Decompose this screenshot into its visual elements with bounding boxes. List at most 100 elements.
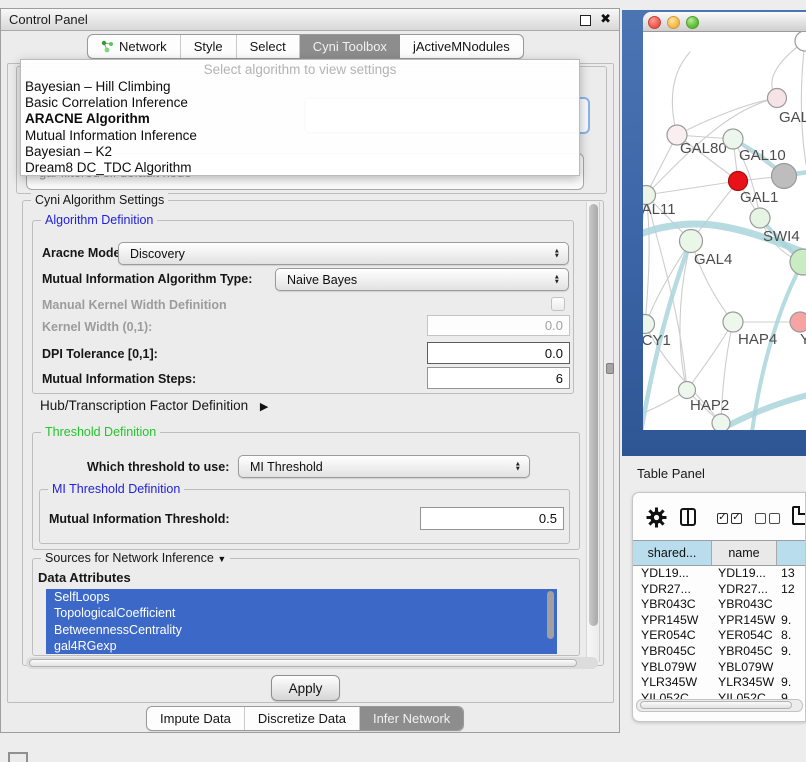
table-horizontal-scrollbar-thumb[interactable] bbox=[640, 701, 792, 709]
close-icon[interactable]: ✖ bbox=[600, 11, 611, 27]
network-node-label: HAP4 bbox=[738, 331, 777, 348]
table-cell: YDR27... bbox=[712, 582, 777, 598]
dpi-tolerance-field[interactable]: 0.0 bbox=[427, 342, 570, 364]
network-graph[interactable]: GALGAL80GAL10GAL1GAL11SWI4GAL4GCY1HAP4YH… bbox=[643, 32, 806, 430]
cyni-bottom-tabbar: Impute DataDiscretize Data Infer Network bbox=[146, 706, 464, 731]
column-header[interactable]: shared... bbox=[633, 541, 712, 565]
network-edge[interactable] bbox=[677, 98, 777, 135]
network-node-gal1[interactable] bbox=[729, 172, 748, 191]
table-row[interactable]: YER054CYER054C8. bbox=[633, 628, 806, 644]
network-node[interactable] bbox=[712, 414, 730, 430]
settings-horizontal-scrollbar-thumb[interactable] bbox=[29, 659, 577, 667]
table-header-row[interactable]: shared...name bbox=[633, 540, 806, 566]
network-node-label: SWI4 bbox=[763, 228, 800, 245]
algorithm-option[interactable]: Bayesian – K2 bbox=[21, 144, 579, 160]
network-edge[interactable] bbox=[801, 41, 806, 164]
bottom-left-mini-button[interactable] bbox=[8, 752, 28, 762]
attributes-list-scrollbar[interactable] bbox=[547, 591, 554, 639]
table-row[interactable]: YBL079WYBL079W bbox=[633, 660, 806, 676]
table-horizontal-scrollbar[interactable] bbox=[636, 699, 803, 712]
checked-checkbox-icon[interactable]: ✓ bbox=[731, 513, 742, 524]
network-node-swi4[interactable] bbox=[750, 208, 770, 228]
column-header[interactable] bbox=[777, 541, 806, 565]
table-cell: YBR045C bbox=[633, 644, 712, 660]
network-edge[interactable] bbox=[672, 52, 690, 135]
kernel-width-field: 0.0 bbox=[427, 315, 570, 336]
network-window[interactable]: GALGAL80GAL10GAL1GAL11SWI4GAL4GCY1HAP4YH… bbox=[643, 12, 806, 430]
settings-vertical-scrollbar-thumb[interactable] bbox=[589, 204, 598, 626]
network-node-y[interactable] bbox=[790, 312, 806, 332]
network-edge[interactable] bbox=[646, 181, 738, 195]
which-threshold-combo[interactable]: MI Threshold ▲▼ bbox=[238, 455, 530, 478]
mi-steps-value: 6 bbox=[556, 371, 563, 386]
mi-steps-field[interactable]: 6 bbox=[427, 367, 570, 389]
aracne-mode-combo[interactable]: Discovery ▲▼ bbox=[118, 242, 569, 265]
network-node[interactable] bbox=[795, 32, 806, 51]
table-row[interactable]: YBR045CYBR045C9. bbox=[633, 644, 806, 660]
table-row[interactable]: YDR27...YDR27...12 bbox=[633, 582, 806, 598]
attribute-item[interactable]: gal4RGexp bbox=[46, 638, 557, 654]
tab-discretize-data[interactable]: Discretize Data bbox=[245, 707, 360, 730]
network-node-gal[interactable] bbox=[768, 89, 787, 108]
mi-threshold-field[interactable]: 0.5 bbox=[420, 507, 564, 530]
algorithm-option[interactable]: Dream8 DC_TDC Algorithm bbox=[21, 160, 579, 176]
network-node-hap4[interactable] bbox=[723, 312, 743, 332]
close-traffic-light[interactable] bbox=[648, 16, 661, 29]
algorithm-dropdown-popup: Select algorithm to view settings Bayesi… bbox=[20, 59, 580, 176]
tab-network[interactable]: Network bbox=[88, 35, 181, 58]
settings-horizontal-scrollbar[interactable] bbox=[26, 657, 598, 669]
panel-divider-handle[interactable] bbox=[606, 363, 614, 374]
apply-button[interactable]: Apply bbox=[271, 675, 340, 701]
attribute-item[interactable]: SelfLoops bbox=[46, 589, 557, 605]
checked-checkbox-icon[interactable]: ✓ bbox=[717, 513, 728, 524]
float-window-icon[interactable] bbox=[580, 15, 591, 26]
attribute-item[interactable]: BetweennessCentrality bbox=[46, 622, 557, 638]
network-edge[interactable] bbox=[643, 252, 645, 324]
tab-select[interactable]: Select bbox=[237, 35, 300, 58]
table-row[interactable]: YBR043CYBR043C bbox=[633, 597, 806, 613]
table-cell: 8. bbox=[777, 628, 806, 644]
table-row[interactable]: YLR345WYLR345W9. bbox=[633, 675, 806, 691]
network-node[interactable] bbox=[772, 164, 797, 189]
tab-cyni-toolbox[interactable]: Cyni Toolbox bbox=[300, 35, 400, 58]
column-layout-icon[interactable] bbox=[680, 508, 696, 526]
column-header[interactable]: name bbox=[712, 541, 777, 565]
table-panel-header: Table Panel bbox=[622, 462, 806, 486]
control-panel-window: Control Panel ✖ NetworkStyleSelectCyni T… bbox=[0, 8, 620, 733]
manual-kernel-checkbox[interactable] bbox=[551, 297, 565, 311]
settings-vertical-scrollbar[interactable] bbox=[586, 202, 600, 662]
table-row[interactable]: YPR145WYPR145W9. bbox=[633, 613, 806, 629]
algorithm-option[interactable]: Mutual Information Inference bbox=[21, 128, 579, 144]
network-node-gal10[interactable] bbox=[723, 129, 743, 149]
algorithm-option[interactable]: Basic Correlation Inference bbox=[21, 95, 579, 111]
attribute-item[interactable]: TopologicalCoefficient bbox=[46, 605, 557, 621]
data-attributes-list[interactable]: SelfLoopsTopologicalCoefficientBetweenne… bbox=[46, 589, 557, 654]
tab-style[interactable]: Style bbox=[181, 35, 237, 58]
document-icon[interactable] bbox=[792, 506, 806, 525]
table-row[interactable]: YDL19...YDL19...13 bbox=[633, 566, 806, 582]
unchecked-checkbox-icon[interactable] bbox=[755, 513, 766, 524]
network-edge[interactable] bbox=[687, 322, 733, 390]
network-window-titlebar[interactable] bbox=[643, 12, 806, 32]
mi-type-value: Naive Bayes bbox=[287, 273, 357, 287]
network-node-gcy1[interactable] bbox=[643, 315, 655, 334]
minimize-traffic-light[interactable] bbox=[667, 16, 680, 29]
network-node-hap2[interactable] bbox=[679, 382, 696, 399]
network-node-gal4[interactable] bbox=[680, 230, 703, 253]
table-cell: YBR043C bbox=[712, 597, 777, 613]
algorithm-option[interactable]: ARACNE Algorithm bbox=[21, 111, 579, 127]
gear-icon[interactable] bbox=[645, 506, 668, 529]
control-panel-tabbar: NetworkStyleSelectCyni ToolboxjActiveMNo… bbox=[87, 34, 524, 59]
mi-type-combo[interactable]: Naive Bayes ▲▼ bbox=[275, 268, 569, 291]
sources-group-title[interactable]: Sources for Network Inference ▼ bbox=[41, 551, 230, 565]
tab-jactivemnodules[interactable]: jActiveMNodules bbox=[400, 35, 523, 58]
algorithm-option[interactable]: Bayesian – Hill Climbing bbox=[21, 79, 579, 95]
zoom-traffic-light[interactable] bbox=[686, 16, 699, 29]
expand-right-icon: ▶ bbox=[260, 400, 268, 413]
table-cell: YBR043C bbox=[633, 597, 712, 613]
tab-infer-network[interactable]: Infer Network bbox=[360, 707, 463, 730]
hub-definition-expander[interactable]: Hub/Transcription Factor Definition ▶ bbox=[40, 398, 268, 413]
tab-label: Infer Network bbox=[373, 711, 450, 726]
unchecked-checkbox-icon[interactable] bbox=[769, 513, 780, 524]
tab-impute-data[interactable]: Impute Data bbox=[147, 707, 245, 730]
